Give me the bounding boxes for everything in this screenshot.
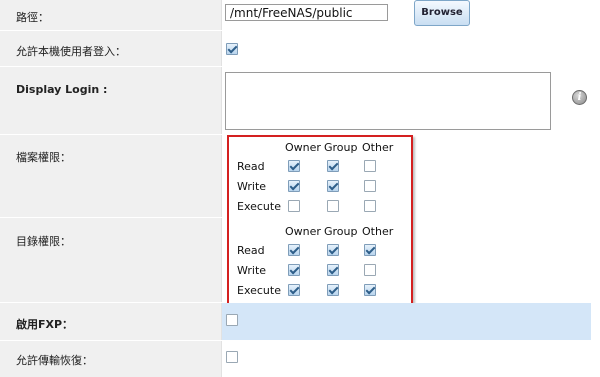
dir-write-group-checkbox[interactable] (327, 264, 339, 276)
file-permissions-label: 檔案權限： (16, 151, 71, 164)
dir-perm-row-read: Read (237, 244, 265, 257)
file-write-other-checkbox[interactable] (364, 180, 376, 192)
allow-local-login-label: 允許本機使用者登入： (16, 45, 126, 58)
dir-perm-row-execute: Execute (237, 284, 281, 297)
file-perm-row-execute: Execute (237, 200, 281, 213)
file-perm-row-write: Write (237, 180, 267, 193)
browse-button[interactable]: Browse (414, 0, 470, 26)
enable-fxp-row-highlight (222, 303, 591, 340)
dir-execute-other-checkbox[interactable] (364, 284, 376, 296)
dir-permissions-label: 目錄權限： (16, 235, 71, 248)
file-execute-other-checkbox[interactable] (364, 200, 376, 212)
path-label: 路徑： (16, 11, 49, 24)
file-read-group-checkbox[interactable] (327, 160, 339, 172)
enable-fxp-checkbox[interactable] (226, 314, 238, 326)
dir-write-owner-checkbox[interactable] (288, 264, 300, 276)
permissions-highlight-box: Owner Group Other Read Write Execute Own… (227, 135, 413, 307)
file-write-owner-checkbox[interactable] (288, 180, 300, 192)
display-login-label: Display Login : (16, 83, 108, 96)
dir-write-other-checkbox[interactable] (364, 264, 376, 276)
file-perm-header-other: Other (362, 141, 394, 154)
path-input[interactable] (225, 4, 388, 21)
dir-perm-header-group: Group (324, 225, 358, 238)
row-divider (0, 30, 600, 31)
file-write-group-checkbox[interactable] (327, 180, 339, 192)
file-perm-row-read: Read (237, 160, 265, 173)
dir-execute-owner-checkbox[interactable] (288, 284, 300, 296)
file-read-owner-checkbox[interactable] (288, 160, 300, 172)
dir-perm-row-write: Write (237, 264, 267, 277)
row-divider (0, 66, 600, 67)
dir-perm-header-owner: Owner (285, 225, 321, 238)
file-execute-group-checkbox[interactable] (327, 200, 339, 212)
file-perm-header-group: Group (324, 141, 358, 154)
dir-read-owner-checkbox[interactable] (288, 244, 300, 256)
dir-execute-group-checkbox[interactable] (327, 284, 339, 296)
file-perm-header-owner: Owner (285, 141, 321, 154)
dir-read-other-checkbox[interactable] (364, 244, 376, 256)
row-divider (0, 340, 600, 341)
allow-resume-checkbox[interactable] (226, 351, 238, 363)
file-execute-owner-checkbox[interactable] (288, 200, 300, 212)
dir-read-group-checkbox[interactable] (327, 244, 339, 256)
allow-local-login-checkbox[interactable] (226, 43, 238, 55)
info-icon[interactable]: i (572, 90, 587, 105)
dir-perm-header-other: Other (362, 225, 394, 238)
allow-resume-label: 允許傳輸恢復： (16, 354, 93, 367)
enable-fxp-label: 啟用FXP： (16, 318, 74, 331)
display-login-textarea[interactable] (225, 72, 551, 130)
file-read-other-checkbox[interactable] (364, 160, 376, 172)
